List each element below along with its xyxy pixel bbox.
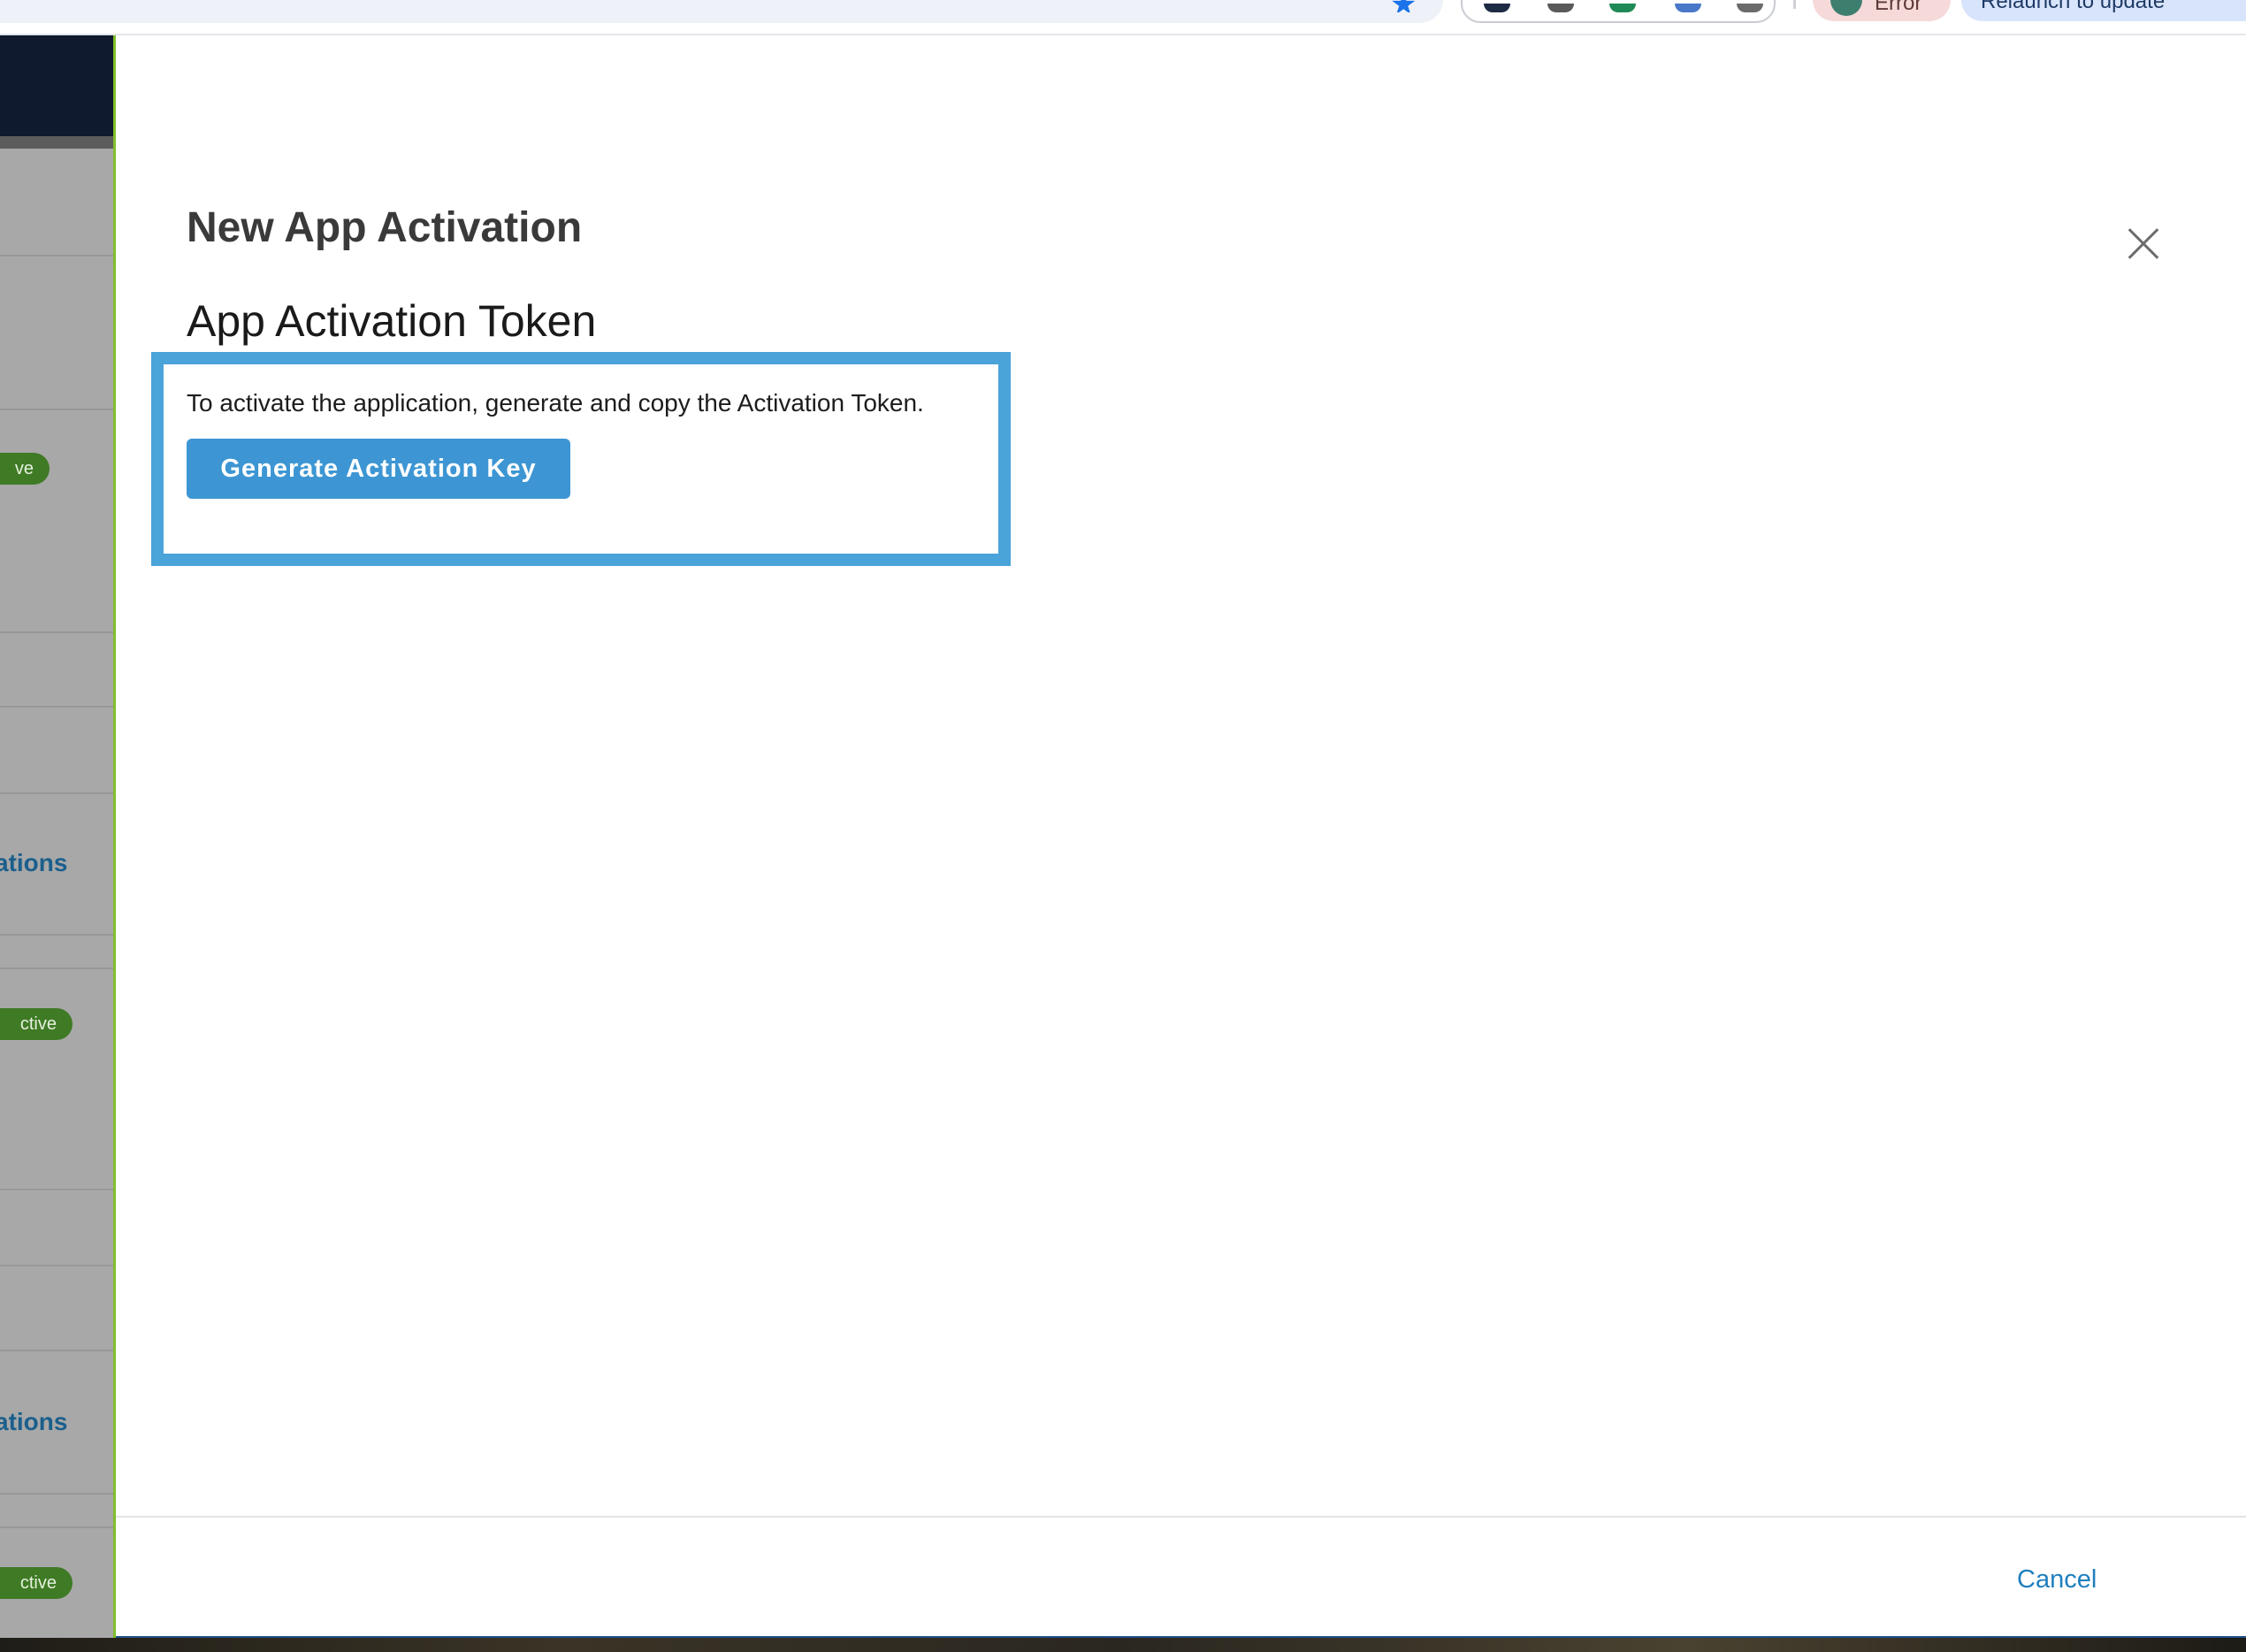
background-app: ve ations ctive ations ctive (0, 35, 113, 1638)
background-link: ations (0, 1408, 68, 1435)
extension-icon-2[interactable] (1547, 4, 1574, 12)
divider (0, 255, 113, 256)
profile-error-chip[interactable]: Error (1813, 0, 1951, 21)
activation-token-card: To activate the application, generate an… (151, 352, 1011, 566)
status-badge: ctive (0, 1008, 73, 1040)
divider (0, 934, 113, 936)
extension-icon-3[interactable] (1609, 4, 1636, 12)
bookmark-star-icon[interactable]: ★ (1390, 0, 1417, 12)
status-badge: ctive (0, 1567, 73, 1599)
generate-activation-key-button[interactable]: Generate Activation Key (187, 439, 570, 499)
address-bar[interactable] (0, 0, 1443, 23)
divider (0, 631, 113, 633)
close-icon[interactable] (2116, 218, 2169, 271)
background-header-strip (0, 136, 113, 149)
divider (0, 1189, 113, 1190)
background-app-header (0, 35, 113, 149)
relaunch-update-chip[interactable]: Relaunch to update (1961, 0, 2246, 21)
divider (0, 967, 113, 969)
toolbar-separator (1793, 0, 1796, 9)
error-label: Error (1875, 0, 1922, 15)
divider (0, 1493, 113, 1495)
section-heading: App Activation Token (187, 296, 597, 346)
divider (0, 706, 113, 707)
new-app-activation-panel: New App Activation App Activation Token … (116, 35, 2246, 1638)
divider (0, 1350, 113, 1351)
divider (0, 792, 113, 794)
background-link: ations (0, 849, 68, 876)
extension-icon-5[interactable] (1737, 4, 1763, 12)
desktop-strip (0, 1638, 2246, 1652)
browser-toolbar: ★ Error Relaunch to update (0, 0, 2246, 35)
divider (0, 1265, 113, 1266)
status-badge: ve (0, 453, 50, 485)
divider (0, 1526, 113, 1528)
extension-icon-4[interactable] (1675, 4, 1701, 12)
extension-icon-1[interactable] (1484, 4, 1510, 12)
panel-footer: Cancel (116, 1516, 2246, 1638)
token-description: To activate the application, generate an… (187, 389, 924, 417)
cancel-button[interactable]: Cancel (2017, 1565, 2097, 1595)
divider (0, 409, 113, 410)
extensions-group (1461, 0, 1776, 23)
page-title: New App Activation (187, 204, 583, 251)
avatar (1830, 0, 1862, 16)
update-label: Relaunch to update (1981, 0, 2166, 13)
